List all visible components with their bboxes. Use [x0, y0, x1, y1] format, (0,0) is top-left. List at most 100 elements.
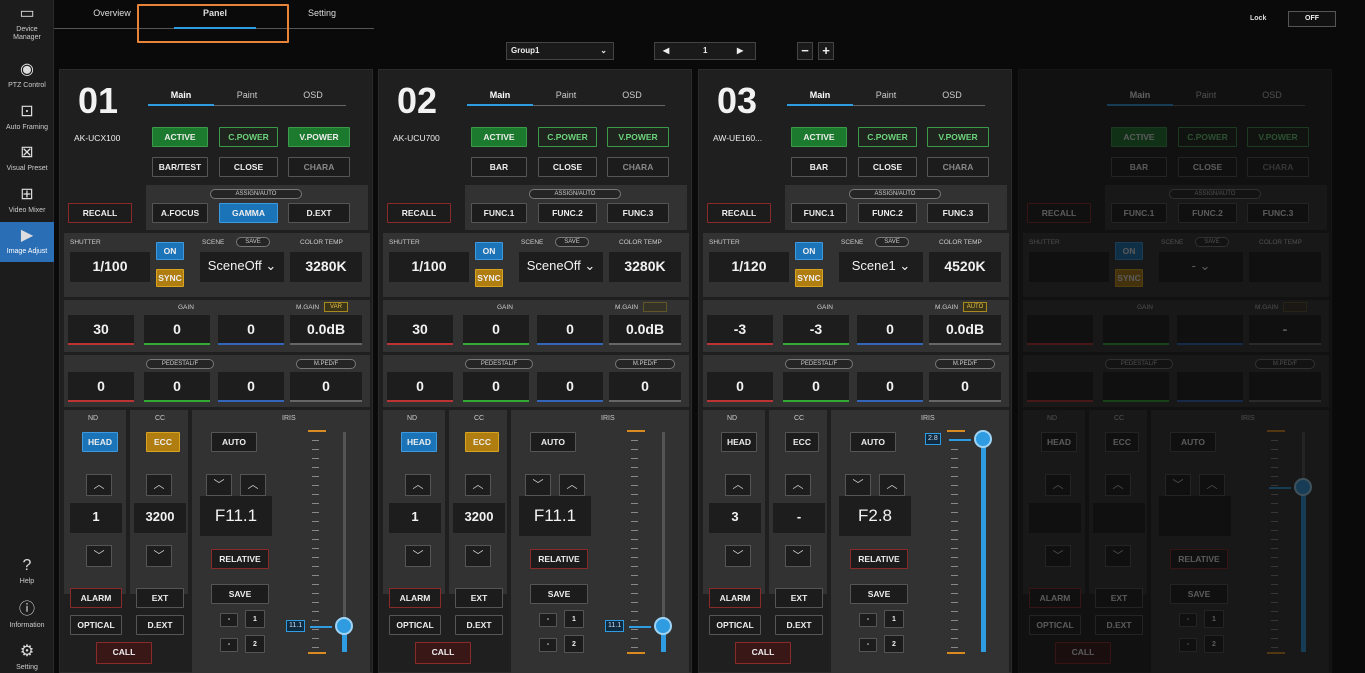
- nd-head-button[interactable]: HEAD: [721, 432, 757, 452]
- nd-up-button[interactable]: ︿: [405, 474, 431, 496]
- func-button-3[interactable]: D.EXT: [288, 203, 350, 223]
- gain-blue-value[interactable]: 0: [537, 315, 603, 345]
- gain-red-value[interactable]: [1027, 315, 1093, 345]
- alarm-button[interactable]: ALARM: [70, 588, 122, 608]
- ext-button[interactable]: EXT: [1095, 588, 1143, 608]
- lock-toggle[interactable]: OFF: [1288, 11, 1336, 27]
- memory-slot-1[interactable]: 1: [1204, 610, 1224, 628]
- func-button-1[interactable]: A.FOCUS: [152, 203, 208, 223]
- alarm-button[interactable]: ALARM: [709, 588, 761, 608]
- m-gain-mode-tag[interactable]: AUTO: [963, 302, 987, 312]
- close-button[interactable]: CLOSE: [538, 157, 597, 177]
- pedestal-red-value[interactable]: [1027, 372, 1093, 402]
- panel-tab-paint[interactable]: Paint: [533, 90, 599, 100]
- memory-minus-2[interactable]: -: [539, 638, 557, 652]
- gain-red-value[interactable]: 30: [387, 315, 453, 345]
- func-button-3[interactable]: FUNC.3: [607, 203, 669, 223]
- scene-save-button[interactable]: SAVE: [236, 237, 270, 247]
- m-ped-value[interactable]: [1249, 372, 1321, 402]
- m-gain-value[interactable]: 0.0dB: [929, 315, 1001, 345]
- cc-down-button[interactable]: ﹀: [146, 545, 172, 567]
- iris-down-button[interactable]: ﹀: [525, 474, 551, 496]
- d-ext-button[interactable]: D.EXT: [455, 615, 503, 635]
- iris-slider-knob[interactable]: [654, 616, 672, 635]
- pedestal-red-value[interactable]: 0: [707, 372, 773, 402]
- nd-up-button[interactable]: ︿: [725, 474, 751, 496]
- cc-up-button[interactable]: ︿: [146, 474, 172, 496]
- m-gain-value[interactable]: 0.0dB: [609, 315, 681, 345]
- panel-tab-main[interactable]: Main: [787, 90, 853, 100]
- chara-button[interactable]: CHARA: [288, 157, 350, 177]
- memory-slot-2[interactable]: 2: [884, 635, 904, 653]
- pedestal-blue-value[interactable]: 0: [537, 372, 603, 402]
- sync-button[interactable]: SYNC: [795, 269, 823, 287]
- memory-minus-2[interactable]: -: [220, 638, 238, 652]
- m-ped-value[interactable]: 0: [609, 372, 681, 402]
- cc-up-button[interactable]: ︿: [465, 474, 491, 496]
- memory-minus-2[interactable]: -: [1179, 638, 1197, 652]
- call-button[interactable]: CALL: [1055, 642, 1111, 664]
- m-ped-value[interactable]: 0: [290, 372, 362, 402]
- iris-value[interactable]: [1159, 496, 1231, 536]
- iris-up-button[interactable]: ︿: [240, 474, 266, 496]
- pedestal-blue-value[interactable]: 0: [218, 372, 284, 402]
- recall-button[interactable]: RECALL: [707, 203, 771, 223]
- func-button-2[interactable]: FUNC.2: [1178, 203, 1237, 223]
- m-ped-value[interactable]: 0: [929, 372, 1001, 402]
- m-gain-value[interactable]: 0.0dB: [290, 315, 362, 345]
- sync-button[interactable]: SYNC: [156, 269, 184, 287]
- close-button[interactable]: CLOSE: [858, 157, 917, 177]
- iris-down-button[interactable]: ﹀: [1165, 474, 1191, 496]
- panel-tab-osd[interactable]: OSD: [1239, 90, 1305, 100]
- iris-auto-button[interactable]: AUTO: [850, 432, 896, 452]
- gain-green-value[interactable]: -3: [783, 315, 849, 345]
- func-button-1[interactable]: FUNC.1: [1111, 203, 1167, 223]
- panel-tab-paint[interactable]: Paint: [853, 90, 919, 100]
- ext-button[interactable]: EXT: [136, 588, 184, 608]
- sidebar-item-setting[interactable]: ⚙ Setting: [0, 642, 54, 672]
- gain-blue-value[interactable]: [1177, 315, 1243, 345]
- iris-save-button[interactable]: SAVE: [211, 584, 269, 604]
- close-button[interactable]: CLOSE: [1178, 157, 1237, 177]
- bar-button[interactable]: BAR: [471, 157, 527, 177]
- gain-green-value[interactable]: 0: [144, 315, 210, 345]
- shutter-value[interactable]: 1/120: [709, 252, 789, 282]
- active-button[interactable]: ACTIVE: [152, 127, 208, 147]
- c-power-button[interactable]: C.POWER: [538, 127, 597, 147]
- active-button[interactable]: ACTIVE: [471, 127, 527, 147]
- active-button[interactable]: ACTIVE: [1111, 127, 1167, 147]
- plus-button[interactable]: +: [818, 42, 834, 60]
- sync-button[interactable]: SYNC: [1115, 269, 1143, 287]
- memory-slot-1[interactable]: 1: [245, 610, 265, 628]
- optical-button[interactable]: OPTICAL: [1029, 615, 1081, 635]
- iris-value[interactable]: F11.1: [519, 496, 591, 536]
- bar-button[interactable]: BAR/TEST: [152, 157, 208, 177]
- cc-value[interactable]: 3200: [134, 503, 186, 533]
- iris-save-button[interactable]: SAVE: [850, 584, 908, 604]
- func-button-3[interactable]: FUNC.3: [927, 203, 989, 223]
- iris-auto-button[interactable]: AUTO: [1170, 432, 1216, 452]
- iris-value[interactable]: F2.8: [839, 496, 911, 536]
- v-power-button[interactable]: V.POWER: [1247, 127, 1309, 147]
- gain-blue-value[interactable]: 0: [218, 315, 284, 345]
- v-power-button[interactable]: V.POWER: [607, 127, 669, 147]
- recall-button[interactable]: RECALL: [387, 203, 451, 223]
- v-power-button[interactable]: V.POWER: [288, 127, 350, 147]
- cc-down-button[interactable]: ﹀: [465, 545, 491, 567]
- iris-slider-knob[interactable]: [335, 616, 353, 635]
- cc-value[interactable]: -: [773, 503, 825, 533]
- shutter-value[interactable]: 1/100: [389, 252, 469, 282]
- chara-button[interactable]: CHARA: [1247, 157, 1309, 177]
- bar-button[interactable]: BAR: [791, 157, 847, 177]
- cc-up-button[interactable]: ︿: [1105, 474, 1131, 496]
- func-button-1[interactable]: FUNC.1: [791, 203, 847, 223]
- iris-auto-button[interactable]: AUTO: [211, 432, 257, 452]
- panel-tab-paint[interactable]: Paint: [214, 90, 280, 100]
- sidebar-item-information[interactable]: ⓘ Information: [0, 600, 54, 630]
- cc-ecc-button[interactable]: ECC: [146, 432, 180, 452]
- d-ext-button[interactable]: D.EXT: [775, 615, 823, 635]
- memory-minus-1[interactable]: -: [539, 613, 557, 627]
- ext-button[interactable]: EXT: [775, 588, 823, 608]
- scene-select[interactable]: - ⌄: [1159, 252, 1243, 282]
- shutter-on-button[interactable]: ON: [795, 242, 823, 260]
